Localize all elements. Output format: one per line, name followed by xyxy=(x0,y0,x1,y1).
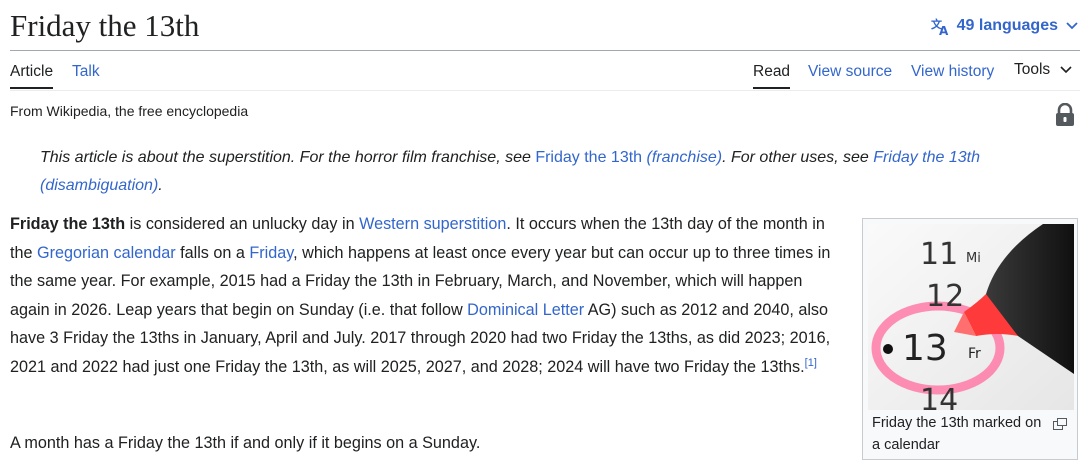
page-title: Friday the 13th xyxy=(10,8,200,43)
reference-link[interactable]: [1] xyxy=(805,357,817,369)
calendar-number: 11 xyxy=(920,237,958,272)
western-superstition-link[interactable]: Western superstition xyxy=(359,215,506,233)
translate-icon: 文 A xyxy=(931,16,951,36)
languages-label: 49 languages xyxy=(956,17,1058,34)
tab-article[interactable]: Article xyxy=(10,51,54,89)
hatnote-text: . For other uses, see xyxy=(722,149,874,166)
gregorian-calendar-link[interactable]: Gregorian calendar xyxy=(37,244,176,262)
tab-read[interactable]: Read xyxy=(753,51,791,89)
hatnote-text: . xyxy=(158,177,163,194)
hatnote: This article is about the superstition. … xyxy=(40,144,1072,200)
calendar-number: 12 xyxy=(926,279,964,314)
tab-view-history[interactable]: View history xyxy=(911,51,994,89)
tools-menu[interactable]: Tools xyxy=(1014,51,1072,89)
chevron-down-icon xyxy=(1066,22,1078,30)
site-subtitle: From Wikipedia, the free encyclopedia xyxy=(10,103,249,119)
calendar-day: Mi xyxy=(966,251,981,266)
calendar-day: Fr xyxy=(968,346,981,362)
languages-button[interactable]: 文 A 49 languages xyxy=(931,16,1078,36)
franchise-link[interactable]: Friday the 13th (franchise) xyxy=(535,149,722,166)
lock-icon[interactable] xyxy=(1054,102,1076,127)
dominical-letter-link[interactable]: Dominical Letter xyxy=(467,301,584,319)
body-paragraph: A month has a Friday the 13th if and onl… xyxy=(10,434,481,452)
calendar-image[interactable]: 11 Mi 12 13 Fr 14 xyxy=(868,224,1074,410)
hatnote-text: This article is about the superstition. … xyxy=(40,149,536,166)
chevron-down-icon xyxy=(1050,49,1072,91)
article-subject: Friday the 13th xyxy=(10,215,126,233)
calendar-number: 14 xyxy=(920,383,958,410)
calendar-number: 13 xyxy=(902,328,948,369)
tab-talk[interactable]: Talk xyxy=(72,51,100,89)
tools-label: Tools xyxy=(1014,61,1051,78)
lead-paragraph: Friday the 13th is considered an unlucky… xyxy=(10,215,831,376)
enlarge-icon[interactable] xyxy=(1053,417,1067,430)
page-header: Friday the 13th 文 A 49 languages xyxy=(10,0,1080,51)
svg-text:A: A xyxy=(939,24,949,36)
page-tabs: Article Talk Read View source View histo… xyxy=(10,51,1080,91)
friday-link[interactable]: Friday xyxy=(249,244,293,262)
image-caption: Friday the 13th marked on a calendar xyxy=(872,415,1042,453)
image-thumbnail: 11 Mi 12 13 Fr 14 Friday the 13th marked… xyxy=(862,218,1078,460)
tab-view-source[interactable]: View source xyxy=(808,51,892,89)
